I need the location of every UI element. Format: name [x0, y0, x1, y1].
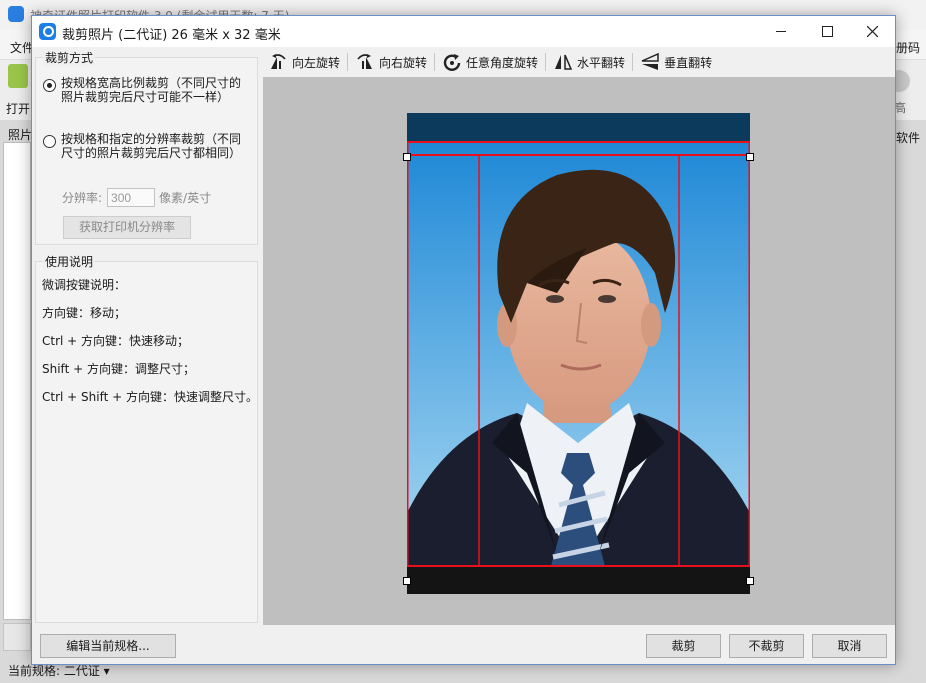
- flip-horizontal-icon: [555, 54, 573, 70]
- rotate-left-icon: [271, 54, 286, 69]
- help-line: 微调按键说明：: [42, 278, 127, 292]
- flip-horizontal-label: 水平翻转: [577, 55, 626, 70]
- menu-right[interactable]: 册码: [896, 39, 920, 56]
- toolbar-separator: [632, 53, 634, 71]
- help-legend: 使用说明: [43, 253, 96, 270]
- rotate-left-button[interactable]: 向左旋转: [263, 50, 345, 74]
- help-line: Ctrl + Shift + 方向键：快速调整尺寸。: [42, 390, 258, 404]
- crop-option-ratio[interactable]: 按规格宽高比例裁剪（不同尺寸的照片裁剪完后尺寸可能不一样）: [43, 76, 251, 104]
- rotate-right-label: 向右旋转: [379, 55, 428, 70]
- crop-option-resolution[interactable]: 按规格和指定的分辨率裁剪（不同尺寸的照片裁剪完后尺寸都相同）: [43, 132, 251, 160]
- crop-handle-bottom-right[interactable]: [746, 577, 754, 585]
- left-panel-title: 照片: [8, 128, 33, 142]
- flip-vertical-button[interactable]: 垂直翻转: [635, 50, 717, 74]
- open-button-label[interactable]: 打开: [6, 100, 30, 117]
- crop-canvas[interactable]: [263, 77, 895, 625]
- rotate-any-button[interactable]: 任意角度旋转: [437, 50, 543, 74]
- toolbar-separator: [545, 53, 547, 71]
- maximize-button[interactable]: [804, 16, 850, 47]
- open-icon[interactable]: [8, 64, 28, 88]
- toolbar-separator: [434, 53, 436, 71]
- photo-list-panel[interactable]: [3, 142, 31, 620]
- crop-handle-bottom-left[interactable]: [403, 577, 411, 585]
- resolution-unit: 像素/英寸: [159, 191, 212, 205]
- flip-vertical-icon: [641, 53, 659, 70]
- crop-option-ratio-label[interactable]: 按规格宽高比例裁剪（不同尺寸的照片裁剪完后尺寸可能不一样）: [61, 76, 251, 104]
- flip-horizontal-button[interactable]: 水平翻转: [548, 50, 630, 74]
- edit-spec-button[interactable]: 编辑当前规格...: [40, 634, 176, 658]
- help-group: 使用说明 微调按键说明： 方向键：移动； Ctrl + 方向键：快速移动； Sh…: [35, 253, 258, 623]
- flip-vertical-label: 垂直翻转: [664, 55, 713, 70]
- rotate-any-icon: [443, 54, 461, 71]
- home-button[interactable]: [3, 623, 31, 651]
- cancel-button[interactable]: 取消: [812, 634, 887, 658]
- resolution-label: 分辨率:: [62, 191, 103, 205]
- dialog-title: 裁剪照片 (二代证) 26 毫米 x 32 毫米: [62, 28, 281, 43]
- id-photo-image: [407, 113, 750, 594]
- crop-button[interactable]: 裁剪: [646, 634, 721, 658]
- help-line: 方向键：移动；: [42, 306, 127, 320]
- get-printer-resolution-button[interactable]: 获取打印机分辨率: [63, 216, 191, 239]
- resolution-row: 分辨率: 像素/英寸: [62, 188, 211, 207]
- no-crop-button[interactable]: 不裁剪: [729, 634, 804, 658]
- rotate-right-button[interactable]: 向右旋转: [350, 50, 432, 74]
- rotate-any-label: 任意角度旋转: [466, 55, 539, 70]
- rotate-right-icon: [357, 54, 373, 69]
- app-icon: [8, 6, 24, 22]
- crop-dialog: 裁剪照片 (二代证) 26 毫米 x 32 毫米 裁剪方式 按规格宽高比例裁剪（…: [31, 15, 896, 665]
- crop-mode-legend: 裁剪方式: [43, 49, 96, 66]
- dialog-titlebar[interactable]: 裁剪照片 (二代证) 26 毫米 x 32 毫米: [32, 16, 895, 47]
- crop-toolbar: 向左旋转 向右旋转 任意角度旋转 水平翻转 垂直翻转: [263, 47, 895, 77]
- crop-handle-top-right[interactable]: [746, 153, 754, 161]
- radio-ratio[interactable]: [43, 79, 56, 92]
- help-line: Ctrl + 方向键：快速移动；: [42, 334, 190, 348]
- crop-handle-top-left[interactable]: [403, 153, 411, 161]
- crop-option-resolution-label[interactable]: 按规格和指定的分辨率裁剪（不同尺寸的照片裁剪完后尺寸都相同）: [61, 132, 251, 160]
- rotate-left-label: 向左旋转: [292, 55, 341, 70]
- close-button[interactable]: [849, 16, 895, 47]
- settings-panel: 裁剪方式 按规格宽高比例裁剪（不同尺寸的照片裁剪完后尺寸可能不一样） 按规格和指…: [32, 47, 262, 625]
- right-panel-title: 软件: [896, 131, 921, 145]
- minimize-button[interactable]: [758, 16, 804, 47]
- id-photo[interactable]: [407, 113, 750, 594]
- help-line: Shift + 方向键：调整尺寸；: [42, 362, 195, 376]
- toolbar-separator: [347, 53, 349, 71]
- resolution-input[interactable]: [107, 188, 156, 207]
- crop-mode-group: 裁剪方式 按规格宽高比例裁剪（不同尺寸的照片裁剪完后尺寸可能不一样） 按规格和指…: [35, 49, 258, 245]
- close-icon: [866, 26, 878, 37]
- radio-resolution[interactable]: [43, 135, 56, 148]
- app-icon: [39, 23, 56, 40]
